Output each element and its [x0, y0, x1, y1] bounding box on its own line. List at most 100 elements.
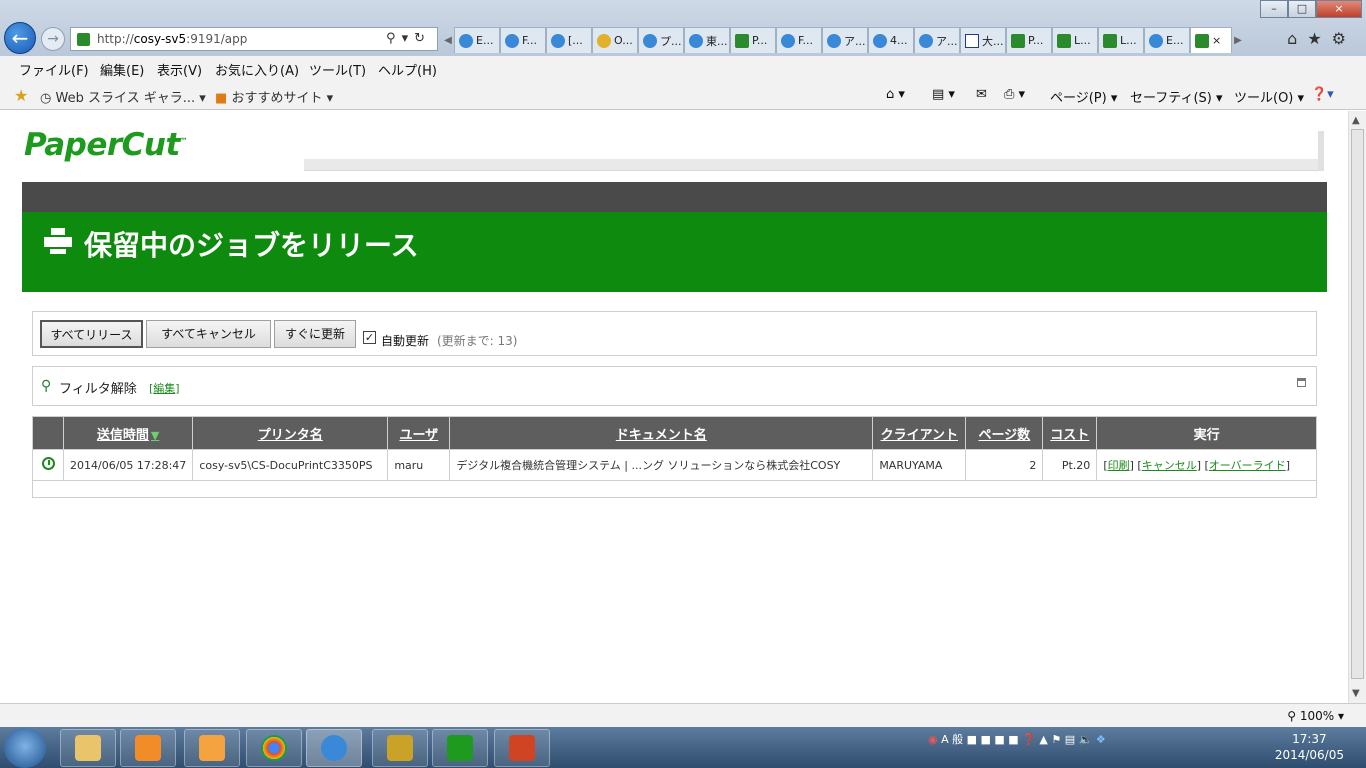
chrome-taskbar-icon[interactable] [246, 729, 302, 767]
home-command-icon[interactable]: ⌂ ▾ [886, 87, 905, 102]
close-tab-icon[interactable]: × [1212, 34, 1221, 47]
cell-client: MARUYAMA [872, 449, 967, 481]
tray-app-icons[interactable]: ■ ■ ■ ■ [967, 733, 1019, 746]
papercut-icon [735, 33, 749, 48]
show-hidden-icons-icon[interactable]: ▲ [1039, 733, 1047, 746]
header-status [32, 416, 64, 450]
outlook-taskbar-icon[interactable] [184, 729, 240, 767]
header-cost[interactable]: コスト [1042, 416, 1098, 450]
browser-tab[interactable]: F... [776, 27, 822, 53]
browser-tab[interactable]: 大... [960, 27, 1006, 53]
header-client[interactable]: クライアント [872, 416, 967, 450]
scroll-down-icon[interactable]: ▼ [1352, 688, 1360, 699]
header-pages[interactable]: ページ数 [965, 416, 1044, 450]
settings-gear-icon[interactable]: ⚙ [1332, 29, 1356, 48]
menu-view[interactable]: 表示(V) [157, 60, 202, 79]
mail-icon[interactable]: ✉ [976, 87, 987, 102]
volume-icon[interactable]: 🔈 [1079, 733, 1093, 746]
print-command-icon[interactable]: ⎙ ▾ [1004, 87, 1025, 102]
maximize-icon[interactable]: □ [1288, 0, 1316, 18]
browser-tab[interactable]: [... [546, 27, 592, 53]
close-window-icon[interactable]: × [1316, 0, 1362, 18]
zoom-control[interactable]: ⚲ 100% ▾ [1287, 709, 1344, 723]
title-banner: 保留中のジョブをリリース [22, 212, 1327, 292]
page-content: PaperCut™ 保留中のジョブをリリース すべてリリース すべてキャンセル … [0, 111, 1348, 703]
favorites-bar: ★ ◷ Web スライス ギャラ... ▾ ■ おすすめサイト ▾ ⌂ ▾ ▤ … [0, 80, 1366, 110]
address-controls[interactable]: ⚲▾↻ [386, 31, 431, 46]
scroll-up-icon[interactable]: ▲ [1352, 115, 1360, 126]
header-document[interactable]: ドキュメント名 [449, 416, 874, 450]
auto-refresh-label: 自動更新 [381, 334, 430, 348]
tab-scroll-left-icon[interactable]: ◀ [442, 27, 454, 53]
browser-tab[interactable]: E... [1144, 27, 1190, 53]
menu-tools[interactable]: ツール(T) [309, 60, 366, 79]
browser-tab[interactable]: 4... [868, 27, 914, 53]
address-url[interactable]: http://cosy-sv5:9191/app [97, 32, 247, 46]
help-icon[interactable]: ❓▾ [1311, 87, 1334, 102]
window-controls: – □ × [1260, 0, 1362, 18]
rss-feed-icon[interactable]: ▤ ▾ [932, 87, 955, 102]
scroll-thumb[interactable] [1351, 129, 1364, 679]
favorite-suggested-sites[interactable]: ■ おすすめサイト ▾ [215, 87, 333, 106]
papercut-taskbar-icon[interactable] [432, 729, 488, 767]
help-tray-icon[interactable]: ❓ [1022, 733, 1036, 746]
favorites-star-icon[interactable]: ★ [1307, 29, 1331, 48]
vertical-scrollbar[interactable]: ▲ ▼ [1348, 111, 1366, 703]
powerpoint-taskbar-icon[interactable] [494, 729, 550, 767]
ie-icon [1149, 33, 1163, 48]
ie-taskbar-icon[interactable] [306, 729, 362, 767]
start-button-icon[interactable] [4, 728, 46, 768]
command-tools[interactable]: ツール(O) ▾ [1234, 87, 1304, 106]
command-page[interactable]: ページ(P) ▾ [1050, 87, 1117, 106]
action-center-flag-icon[interactable]: ⚑ [1051, 733, 1061, 746]
browser-tab-active[interactable]: × [1190, 27, 1232, 53]
antivirus-tray-icon[interactable]: ◉ [928, 733, 938, 746]
ie-icon [459, 33, 473, 48]
taskbar-clock[interactable]: 17:37 2014/06/05 [1275, 731, 1344, 763]
favorite-web-slice[interactable]: ◷ Web スライス ギャラ... ▾ [40, 87, 206, 106]
back-arrow-icon[interactable]: ← [4, 22, 36, 54]
home-icon[interactable]: ⌂ [1287, 29, 1307, 48]
media-player-taskbar-icon[interactable] [120, 729, 176, 767]
browser-tab[interactable]: L... [1052, 27, 1098, 53]
cell-submit-time: 2014/06/05 17:28:47 [62, 449, 194, 481]
menu-favorites[interactable]: お気に入り(A) [215, 60, 299, 79]
ffftp-taskbar-icon[interactable] [372, 729, 428, 767]
browser-tab[interactable]: L... [1098, 27, 1144, 53]
address-bar[interactable]: http://cosy-sv5:9191/app ⚲▾↻ [70, 27, 438, 51]
browser-tab[interactable]: O... [592, 27, 638, 53]
network-icon[interactable]: ▤ [1065, 733, 1075, 746]
menu-help[interactable]: ヘルプ(H) [378, 60, 437, 79]
tab-scroll-right-icon[interactable]: ▶ [1232, 27, 1244, 53]
release-all-button[interactable]: すべてリリース [40, 320, 143, 348]
cancel-job-link[interactable]: キャンセル [1142, 459, 1197, 472]
browser-tab[interactable]: P... [1006, 27, 1052, 53]
header-printer[interactable]: プリンタ名 [192, 416, 389, 450]
browser-tab[interactable]: F... [500, 27, 546, 53]
dropbox-icon[interactable]: ❖ [1096, 733, 1106, 746]
cancel-all-button[interactable]: すべてキャンセル [146, 320, 271, 348]
collapse-panel-icon[interactable] [1297, 378, 1306, 387]
print-job-link[interactable]: 印刷 [1108, 459, 1130, 472]
browser-tab[interactable]: ア... [914, 27, 960, 53]
auto-refresh-countdown: (更新まで: 13) [437, 334, 518, 348]
menu-edit[interactable]: 編集(E) [100, 60, 144, 79]
add-favorite-star-icon[interactable]: ★ [14, 86, 28, 105]
browser-tab[interactable]: 東... [684, 27, 730, 53]
browser-tab[interactable]: E... [454, 27, 500, 53]
header-submit-time[interactable]: 送信時間 ▼ [62, 416, 194, 450]
auto-refresh-checkbox[interactable]: ✓ [363, 331, 376, 344]
filter-edit-link[interactable]: [編集] [149, 380, 180, 396]
browser-tab[interactable]: ア... [822, 27, 868, 53]
command-safety[interactable]: セーフティ(S) ▾ [1130, 87, 1223, 106]
explorer-taskbar-icon[interactable] [60, 729, 116, 767]
ime-mode-indicator[interactable]: A 般 [941, 733, 963, 746]
minimize-icon[interactable]: – [1260, 0, 1288, 18]
menu-file[interactable]: ファイル(F) [19, 60, 89, 79]
browser-tab[interactable]: プ... [638, 27, 684, 53]
header-user[interactable]: ユーザ [387, 416, 451, 450]
refresh-now-button[interactable]: すぐに更新 [274, 320, 356, 348]
override-job-link[interactable]: オーバーライド [1209, 459, 1286, 472]
forward-arrow-icon[interactable]: → [41, 27, 65, 51]
browser-tab[interactable]: P... [730, 27, 776, 53]
